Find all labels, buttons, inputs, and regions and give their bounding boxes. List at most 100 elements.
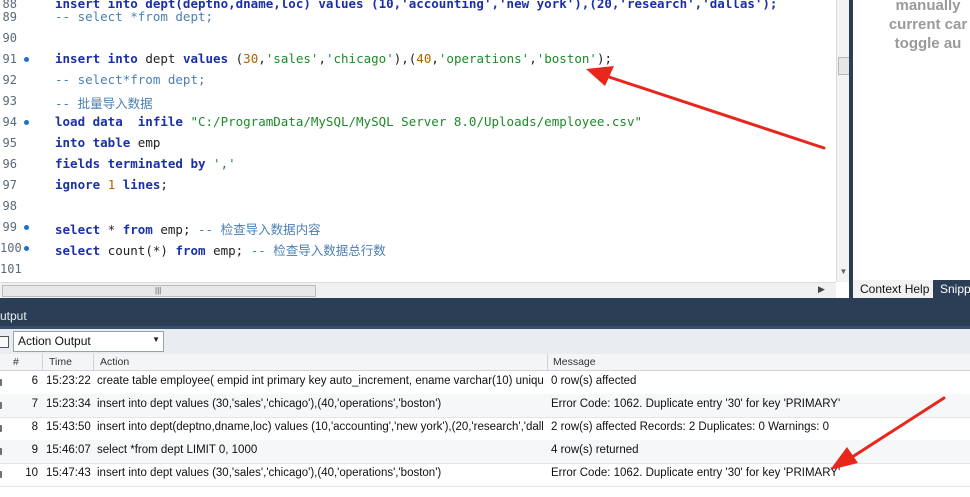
code-text: select * from emp; -- 检查导入数据内容 (55, 219, 321, 238)
code-line[interactable]: 90 (0, 28, 836, 49)
tab-snippets[interactable]: Snipp (935, 280, 970, 298)
column-header-action[interactable]: Action (100, 356, 129, 368)
code-token: ),( (393, 51, 417, 66)
code-token: from (175, 243, 206, 258)
code-text: -- 批量导入数据 (55, 93, 153, 112)
table-row[interactable]: 8 15:43:50 insert into dept(deptno,dname,l… (0, 417, 970, 441)
cell-time: 15:23:34 (46, 398, 91, 410)
code-token: emp; (205, 243, 251, 258)
code-token: emp (130, 135, 161, 150)
scroll-down-arrow-icon[interactable]: ▼ (838, 266, 849, 278)
code-text: -- select*from dept; (55, 72, 206, 87)
code-text: insert into dept values (30,'sales','chi… (55, 51, 612, 66)
code-token: emp; (152, 222, 198, 237)
line-number: 97 (2, 178, 17, 192)
code-token: from (122, 222, 153, 237)
line-number: 92 (2, 73, 17, 87)
editor-vertical-scrollbar[interactable]: ▼ (836, 0, 850, 282)
table-row[interactable]: 9 15:46:07 select *from dept LIMIT 0, 1000… (0, 440, 970, 464)
cell-action: insert into dept(deptno,dname,loc) value… (97, 421, 543, 433)
copy-icon[interactable] (0, 336, 9, 348)
code-token: select (55, 222, 101, 237)
status-icon (0, 448, 2, 455)
statement-marker-icon (24, 225, 29, 230)
line-number: 96 (2, 157, 17, 171)
code-text: select count(*) from emp; -- 检查导入数据总行数 (55, 240, 386, 259)
code-text: into table emp (55, 135, 160, 150)
code-token: 'operations' (438, 51, 530, 66)
code-token: insert into (55, 51, 138, 66)
cell-num: 9 (31, 444, 38, 456)
table-row[interactable]: 6 15:23:22 create table employee( empid in… (0, 371, 970, 395)
code-line[interactable]: 93 -- 批量导入数据 (0, 91, 836, 112)
column-header-time[interactable]: Time (49, 356, 72, 368)
code-token: ; (160, 177, 168, 192)
line-number: 89 (2, 10, 17, 24)
column-header-message[interactable]: Message (553, 356, 596, 368)
code-token: 40 (416, 51, 432, 66)
line-number: 91 (2, 52, 17, 66)
code-token: 30 (243, 51, 259, 66)
line-number: 95 (2, 136, 17, 150)
help-line: current car (888, 16, 968, 33)
code-line[interactable]: 91 insert into dept values (30,'sales','c… (0, 49, 836, 70)
code-text: -- select *from dept; (55, 9, 213, 24)
cell-message: 4 row(s) returned (551, 444, 639, 456)
cell-action: insert into dept values (30,'sales','chi… (97, 398, 442, 410)
output-type-value: Action Output (18, 334, 91, 348)
column-divider[interactable] (547, 354, 548, 370)
code-line[interactable]: 99 select * from emp; -- 检查导入数据内容 (0, 217, 836, 238)
code-token: load data infile (55, 114, 183, 129)
cell-message: Error Code: 1062. Duplicate entry '30' f… (551, 398, 841, 410)
column-divider[interactable] (42, 354, 43, 370)
output-type-select[interactable]: Action Output ▼ (13, 331, 164, 352)
code-line[interactable]: 94 load data infile "C:/ProgramData/MySQL… (0, 112, 836, 133)
cell-action: create table employee( empid int primary… (97, 375, 543, 387)
result-grid-header: # Time Action Message (0, 354, 970, 371)
tab-context-help[interactable]: Context Help (853, 280, 933, 298)
code-token: -- select *from dept; (55, 9, 214, 24)
code-line[interactable]: 100 select count(*) from emp; -- 检查导入数据总行… (0, 238, 836, 259)
column-divider[interactable] (93, 354, 94, 370)
code-line[interactable]: 96 fields terminated by ',' (0, 154, 836, 175)
code-token: into table (55, 135, 131, 150)
code-token: , (431, 51, 439, 66)
line-number: 93 (2, 94, 17, 108)
column-header-num[interactable]: # (13, 356, 19, 368)
scroll-right-arrow-icon[interactable]: ▶ (818, 284, 825, 295)
code-token: ( (228, 51, 244, 66)
code-token: fields terminated by (55, 156, 206, 171)
context-help-panel: manually current car toggle au (853, 0, 970, 280)
code-line[interactable]: 97 ignore 1 lines; (0, 175, 836, 196)
table-row[interactable]: 7 15:23:34 insert into dept values (30,'sa… (0, 394, 970, 418)
code-line[interactable]: 92 -- select*from dept; (0, 70, 836, 91)
cell-action: insert into dept values (30,'sales','chi… (97, 467, 442, 479)
code-line[interactable]: 101 (0, 259, 836, 280)
cell-time: 15:43:50 (46, 421, 91, 433)
sql-editor[interactable]: 88 insert into dept(deptno,dname,loc) val… (0, 0, 836, 282)
table-row[interactable]: 10 15:47:43 insert into dept values (30,'s… (0, 463, 970, 487)
code-token: 'boston' (536, 51, 597, 66)
line-number: 99 (2, 220, 17, 234)
code-token: ',' (213, 156, 236, 171)
horizontal-scroll-thumb[interactable]: ||| (2, 285, 316, 297)
cell-time: 15:46:07 (46, 444, 91, 456)
cell-num: 10 (25, 467, 38, 479)
code-token: , (258, 51, 266, 66)
context-help-text: manually current car toggle au (853, 0, 970, 53)
code-token: values (182, 51, 229, 66)
editor-horizontal-scrollbar[interactable]: ||| ▶ (0, 282, 836, 299)
code-token: , (529, 51, 537, 66)
cell-action: select *from dept LIMIT 0, 1000 (97, 444, 258, 456)
help-line: toggle au (894, 35, 962, 52)
cell-num: 6 (31, 375, 38, 387)
code-text: ignore 1 lines; (55, 177, 168, 192)
code-token: ); (596, 51, 613, 66)
right-panel-tabs: Context Help Snipp (853, 280, 970, 298)
code-line[interactable]: 95 into table emp (0, 133, 836, 154)
code-token: -- 检查导入数据总行数 (250, 243, 386, 258)
code-line[interactable]: 98 (0, 196, 836, 217)
code-token: -- 批量导入数据 (55, 96, 153, 111)
code-line[interactable]: 89 -- select *from dept; (0, 7, 836, 28)
